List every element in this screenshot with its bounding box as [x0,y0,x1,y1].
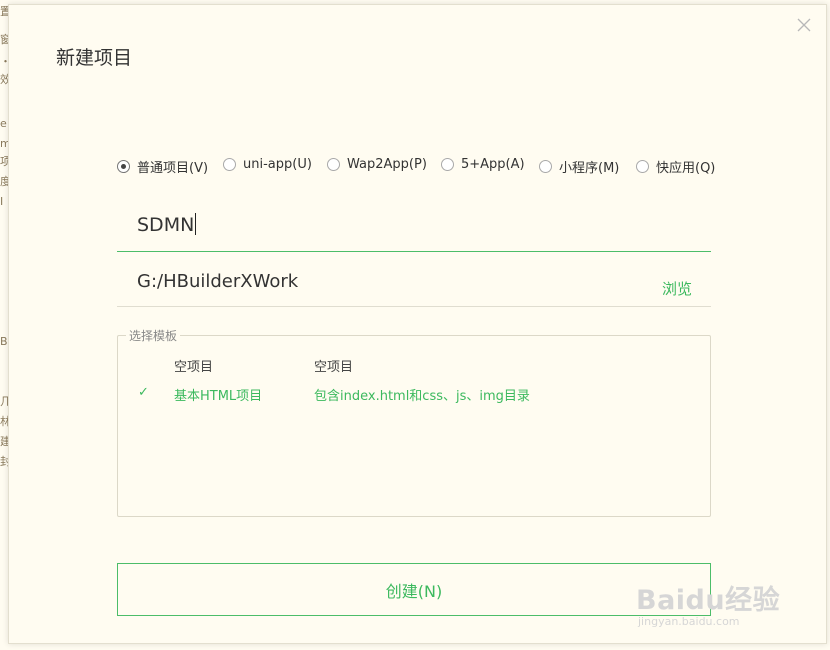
radio-quick-app[interactable]: 快应用(Q) [636,157,715,176]
dialog-title: 新建项目 [56,47,133,69]
radio-icon [223,158,236,171]
radio-label: 小程序(M) [559,161,620,176]
template-list: 选择模板 空项目 空项目 ✓ 基本HTML项目 包含index.html和css… [117,327,711,517]
radio-label: Wap2App(P) [347,157,427,172]
background-char: 窗 [0,33,8,46]
radio-icon [441,158,454,171]
radio-mini-program[interactable]: 小程序(M) [539,157,619,176]
template-legend: 选择模板 [126,327,181,344]
background-char: 几 [0,395,8,408]
background-char: e [0,117,7,130]
close-icon[interactable] [796,17,812,33]
browse-link[interactable]: 浏览 [662,278,692,299]
radio-selected-icon [117,160,130,173]
background-char: I [0,195,4,208]
background-char: 度 [0,175,8,188]
background-char: 效 [0,73,8,86]
background-char: 建 [0,435,8,448]
template-row-basic-html[interactable]: ✓ 基本HTML项目 包含index.html和css、js、img目录 [118,385,710,407]
radio-wap2app[interactable]: Wap2App(P) [327,157,427,172]
radio-label: 快应用(Q) [656,161,716,176]
radio-icon [636,160,649,173]
background-char: 项 [0,155,8,168]
background-char: m [0,137,8,150]
template-row-empty[interactable]: 空项目 空项目 [118,356,710,378]
radio-normal-project[interactable]: 普通项目(V) [117,157,208,176]
project-path-input[interactable]: G:/HBuilderXWork 浏览 [117,261,711,307]
watermark-logo: Baidu经验 [636,585,781,616]
template-name: 基本HTML项目 [174,389,263,404]
text-caret [195,213,197,235]
template-description: 空项目 [314,360,354,375]
template-name: 空项目 [174,360,214,375]
background-char: ・ [0,56,8,67]
background-window-text: 置 窗 ・ 效 e m 项 度 I B 几 林 建 封 [0,0,8,650]
background-char: 封 [0,455,8,468]
radio-label: 5+App(A) [461,157,525,172]
background-char: 林 [0,415,8,428]
radio-label: 普通项目(V) [137,161,209,176]
radio-uni-app[interactable]: uni-app(U) [223,157,312,172]
background-char: 置 [0,5,8,18]
watermark-url: jingyan.baidu.com [638,615,740,628]
project-name-value: SDMN [137,214,195,236]
new-project-dialog: 新建项目 普通项目(V) uni-app(U) Wap2App(P) 5+App… [8,4,827,644]
radio-label: uni-app(U) [243,157,312,172]
template-description: 包含index.html和css、js、img目录 [314,389,530,404]
background-char: B [0,335,8,348]
radio-icon [327,158,340,171]
checkmark-icon: ✓ [138,385,149,400]
radio-5plus-app[interactable]: 5+App(A) [441,157,525,172]
baidu-watermark: Baidu经验 jingyan.baidu.com [636,578,786,636]
radio-icon [539,160,552,173]
project-name-input[interactable]: SDMN [117,201,711,252]
create-button[interactable]: 创建(N) [117,563,711,616]
project-path-value: G:/HBuilderXWork [137,271,299,292]
